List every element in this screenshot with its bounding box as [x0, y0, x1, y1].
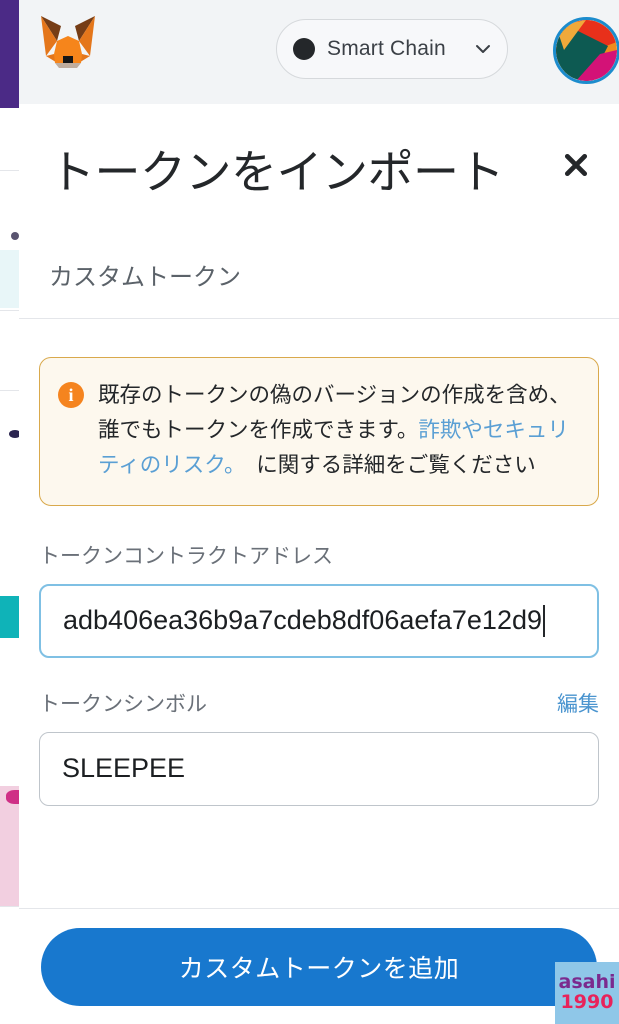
token-address-input[interactable]: adb406ea36b9a7cdeb8df06aefa7e12d9: [39, 583, 599, 658]
background-divider: [0, 906, 19, 907]
background-band-teal: [0, 596, 19, 638]
app-header: Smart Chain: [19, 0, 619, 104]
token-address-header: トークンコントラクトアドレス: [39, 540, 599, 570]
metamask-import-token-screen: Smart Chain トークンをインポート カスタムトークン i 既存のトーク…: [0, 0, 619, 1024]
close-icon[interactable]: [559, 148, 593, 182]
token-address-field: トークンコントラクトアドレス adb406ea36b9a7cdeb8df06ae…: [39, 540, 599, 658]
background-header-band: [0, 0, 19, 108]
background-divider: [0, 390, 19, 391]
modal-title-row: トークンをインポート: [19, 104, 619, 205]
page-title: トークンをインポート: [49, 146, 505, 198]
background-page-strip: [0, 0, 19, 1024]
warning-text-after: に関する詳細をご覧ください: [234, 452, 536, 477]
token-symbol-field: トークンシンボル 編集 SLEEPEE: [39, 688, 599, 806]
token-symbol-label: トークンシンボル: [39, 692, 207, 716]
account-avatar[interactable]: [553, 17, 619, 84]
token-symbol-input[interactable]: SLEEPEE: [39, 731, 599, 806]
token-address-value: adb406ea36b9a7cdeb8df06aefa7e12d9: [63, 605, 542, 636]
tab-divider: [19, 318, 619, 320]
edit-symbol-link[interactable]: 編集: [557, 688, 599, 718]
network-status-dot: [293, 38, 315, 60]
network-selector[interactable]: Smart Chain: [276, 19, 508, 79]
tab-custom-token[interactable]: カスタムトークン: [49, 257, 619, 292]
background-mark: [9, 430, 19, 438]
background-mark: [6, 790, 19, 804]
warning-text: 既存のトークンの偽のバージョンの作成を含め、誰でもトークンを作成できます。詐欺や…: [98, 378, 580, 482]
token-warning-banner: i 既存のトークンの偽のバージョンの作成を含め、誰でもトークンを作成できます。詐…: [39, 357, 599, 506]
metamask-fox-logo: [37, 10, 99, 72]
background-band-pink: [0, 786, 19, 906]
background-dot: [11, 232, 19, 240]
add-custom-token-button[interactable]: カスタムトークンを追加: [41, 927, 597, 1006]
background-divider: [0, 310, 19, 311]
token-address-label: トークンコントラクトアドレス: [39, 544, 333, 568]
token-symbol-header: トークンシンボル 編集: [39, 688, 599, 718]
info-icon: i: [58, 382, 84, 409]
chevron-down-icon: [475, 41, 491, 57]
network-name: Smart Chain: [327, 37, 446, 60]
import-token-panel: トークンをインポート カスタムトークン i 既存のトークンの偽のバージョンの作成…: [19, 104, 619, 1024]
modal-footer: カスタムトークンを追加: [19, 908, 619, 1024]
background-divider: [0, 170, 19, 171]
background-band-cyan: [0, 250, 19, 308]
token-symbol-value: SLEEPEE: [62, 753, 186, 784]
text-caret: [543, 604, 545, 637]
